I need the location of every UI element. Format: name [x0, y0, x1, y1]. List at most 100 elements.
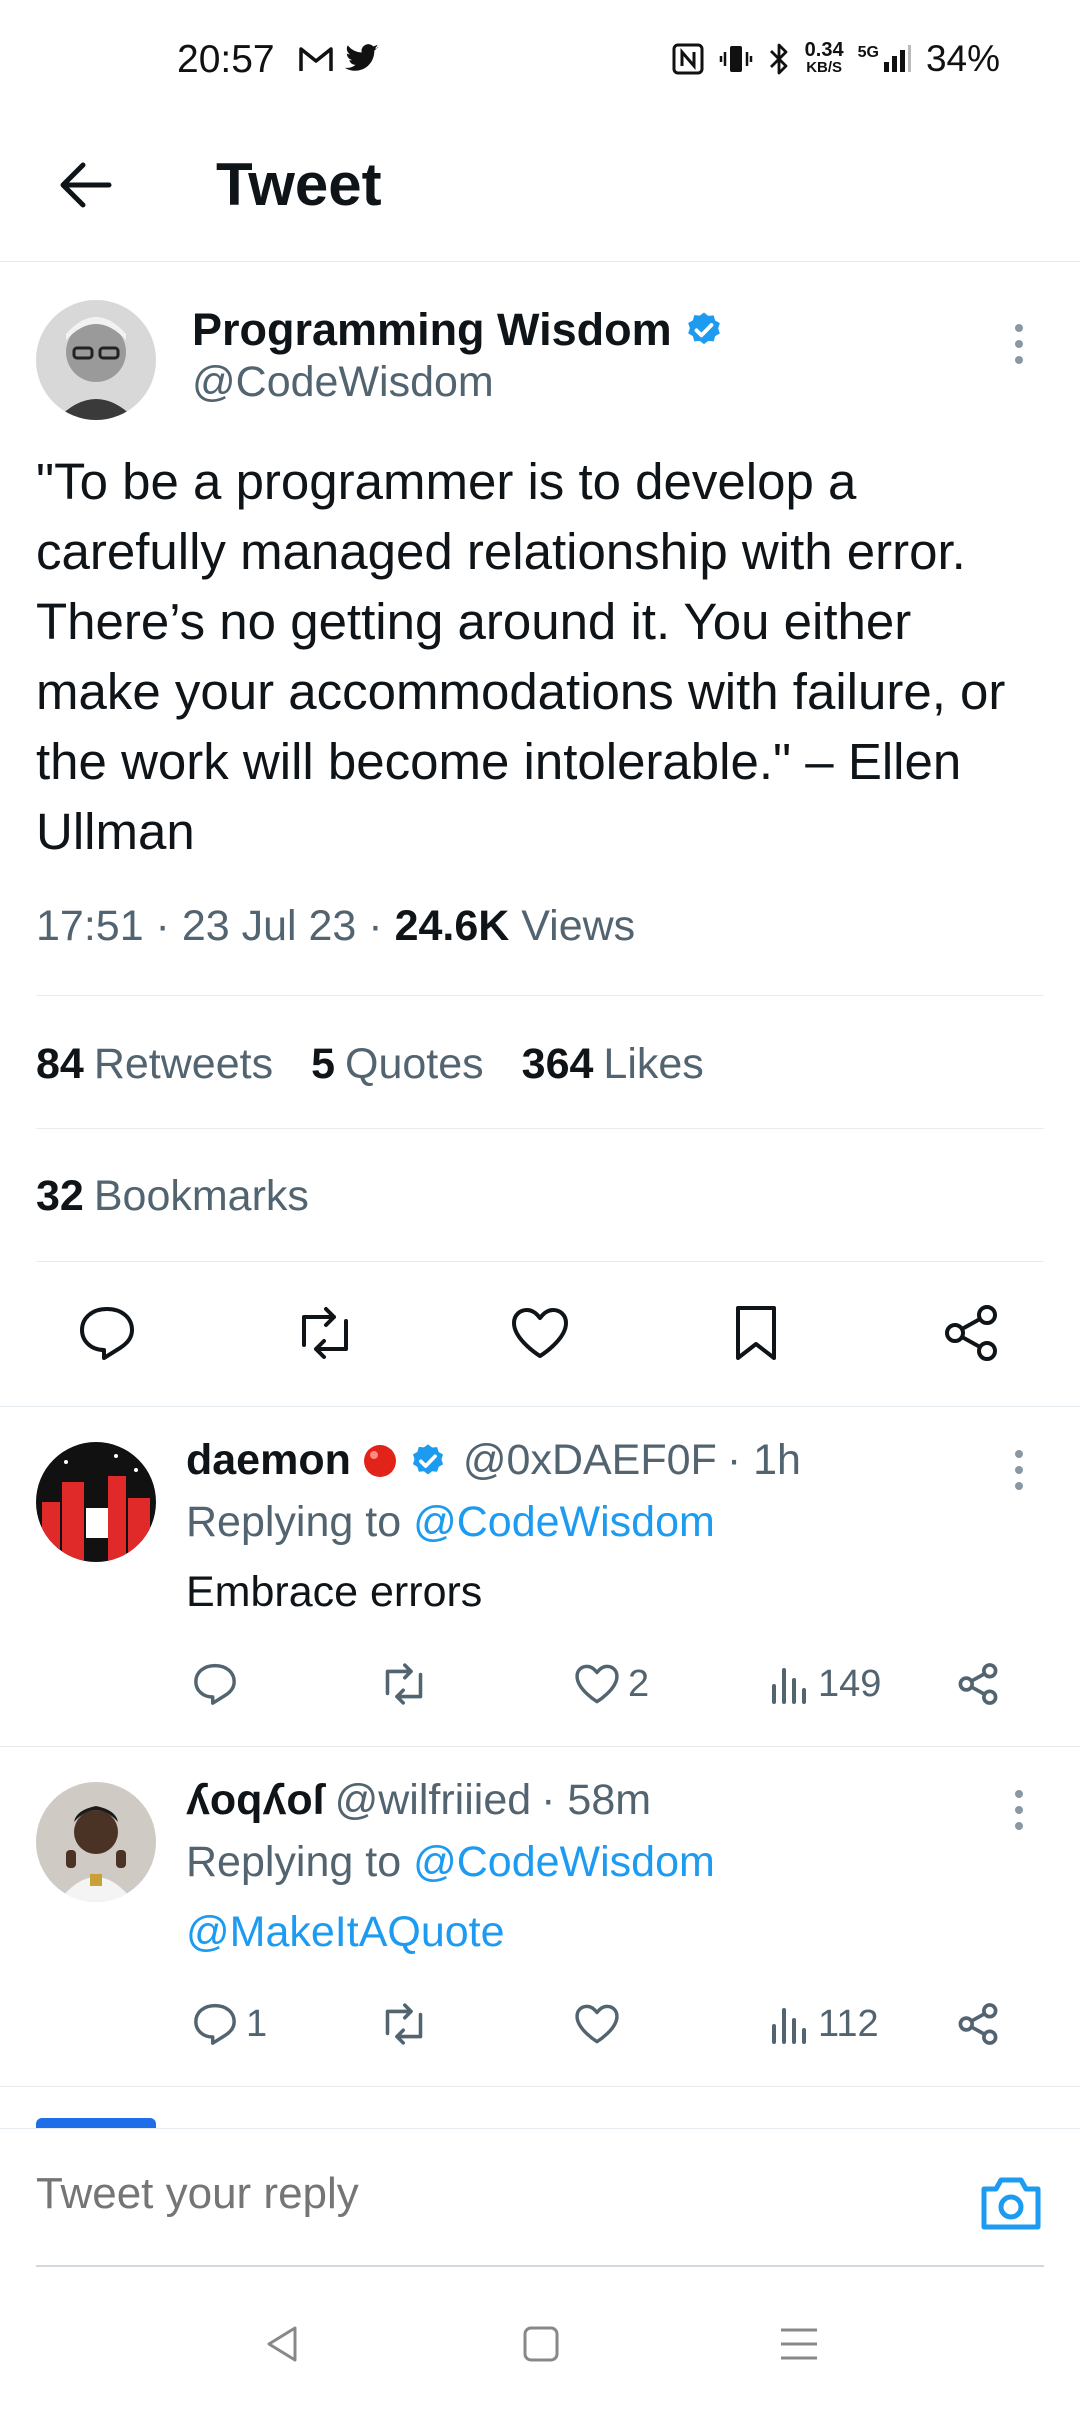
share-icon — [958, 1663, 998, 1705]
reply-author-name[interactable]: ʎoqʎoſ — [186, 1776, 325, 1825]
reply-input[interactable] — [36, 2169, 936, 2219]
reply-views-button[interactable]: 149 — [770, 1654, 881, 1714]
camera-button[interactable] — [978, 2173, 1044, 2233]
reply-share-button[interactable] — [956, 1994, 1000, 2054]
replying-to-link[interactable]: @CodeWisdom — [413, 1498, 715, 1546]
reply-icon — [80, 1307, 134, 1360]
tweet-text: "To be a programmer is to develop a care… — [36, 453, 1006, 860]
quotes-label: Quotes — [345, 1040, 484, 1088]
reply-item[interactable]: ʎoqʎoſ @wilfriiied · 58m Replying to @Co… — [0, 1746, 1080, 2086]
network-type: 5G — [857, 44, 879, 61]
replying-to: Replying to @CodeWisdom — [186, 1498, 715, 1547]
retweets-stat[interactable]: 84 Retweets — [36, 1040, 273, 1089]
status-time: 20:57 — [177, 38, 275, 81]
reply-avatar[interactable] — [36, 1782, 156, 1902]
views-count: 112 — [818, 2002, 879, 2045]
battery-level: 34% — [925, 38, 1000, 79]
reply-reply-button[interactable]: 1 — [192, 1994, 267, 2054]
back-button[interactable] — [50, 150, 120, 220]
engagement-stats: 84 Retweets 5 Quotes 364 Likes — [36, 1040, 704, 1089]
status-bar: 20:57 0.34 KB/S 5G 34% — [0, 0, 1080, 120]
nav-menu-button[interactable] — [769, 2314, 829, 2374]
reply-more-button[interactable] — [1004, 1780, 1034, 1840]
more-icon — [1015, 1790, 1023, 1798]
signal-icon — [883, 45, 911, 72]
divider — [36, 1128, 1044, 1129]
reply-views-button[interactable]: 112 — [770, 1994, 879, 2054]
reply-retweet-button[interactable] — [378, 1654, 430, 1714]
reply-author-handle[interactable]: @wilfriiied — [335, 1776, 532, 1825]
reply-text: Embrace errors — [186, 1568, 483, 1616]
likes-label: Likes — [603, 1040, 704, 1088]
system-icons: 0.34 KB/S 5G 34% — [671, 38, 1000, 80]
quotes-stat[interactable]: 5 Quotes — [311, 1040, 484, 1089]
reply-action-bar: 1 112 — [186, 1994, 1016, 2054]
author-name[interactable]: Programming Wisdom — [192, 304, 724, 356]
nav-back-button[interactable] — [253, 2314, 313, 2374]
author-avatar[interactable] — [36, 300, 156, 420]
retweets-count: 84 — [36, 1040, 84, 1088]
reply-more-button[interactable] — [1004, 1440, 1034, 1500]
reply-button[interactable] — [72, 1298, 142, 1368]
likes-count: 364 — [521, 1040, 594, 1088]
reply-avatar[interactable] — [36, 1442, 156, 1562]
reply-like-button[interactable] — [574, 1994, 628, 2054]
tweet-meta: 17:51 · 23 Jul 23 · 24.6K Views — [36, 902, 635, 951]
reply-author-name[interactable]: daemon — [186, 1436, 351, 1485]
bookmark-icon — [736, 1306, 776, 1360]
author-handle[interactable]: @CodeWisdom — [192, 358, 494, 407]
retweet-icon — [385, 1663, 423, 1705]
avatar-person-icon — [36, 1782, 156, 1902]
avatar-portrait-icon — [36, 300, 156, 420]
reply-composer — [0, 2128, 1080, 2268]
like-icon — [512, 1308, 568, 1358]
network-speed: 0.34 KB/S — [805, 40, 844, 77]
tweet-action-bar — [0, 1262, 1080, 1406]
nfc-icon — [672, 43, 704, 75]
nav-home-button[interactable] — [511, 2314, 571, 2374]
views-icon — [772, 2008, 806, 2044]
red-circle-icon — [363, 1444, 396, 1477]
reply-retweet-button[interactable] — [378, 1994, 430, 2054]
next-reply-peek — [36, 2118, 156, 2128]
retweet-button[interactable] — [290, 1298, 360, 1368]
camera-icon — [981, 2177, 1041, 2230]
avatar-city-icon — [36, 1442, 156, 1562]
replying-to-link[interactable]: @CodeWisdom — [413, 1838, 715, 1886]
retweet-icon — [385, 2003, 423, 2045]
bookmarks-label: Bookmarks — [93, 1172, 309, 1220]
replying-to-label: Replying to — [186, 1498, 402, 1546]
bluetooth-icon — [769, 43, 788, 75]
system-nav-bar — [0, 2270, 1080, 2412]
more-options-button[interactable] — [1004, 314, 1034, 374]
bookmarks-stat[interactable]: 32 Bookmarks — [36, 1172, 309, 1221]
reply-author-handle[interactable]: @0xDAEF0F — [463, 1436, 717, 1485]
nav-home-icon — [523, 2326, 559, 2362]
gmail-icon — [299, 47, 333, 71]
app-bar: Tweet — [0, 120, 1080, 262]
reply-mention-link[interactable]: @MakeItAQuote — [186, 1908, 505, 1957]
like-icon — [575, 2004, 619, 2044]
bookmarks-count: 32 — [36, 1172, 84, 1220]
nav-menu-icon — [781, 2328, 817, 2360]
share-icon — [945, 1305, 997, 1361]
reply-time: · 58m — [541, 1776, 652, 1824]
share-button[interactable] — [936, 1298, 1006, 1368]
verified-badge-icon — [412, 1443, 443, 1474]
likes-stat[interactable]: 364 Likes — [522, 1040, 704, 1089]
like-button[interactable] — [505, 1298, 575, 1368]
reply-icon — [194, 2003, 236, 2045]
back-arrow-icon — [60, 162, 112, 208]
reply-share-button[interactable] — [956, 1654, 1000, 1714]
reply-reply-button[interactable] — [192, 1654, 246, 1714]
tweet-timestamp[interactable]: 17:51 · 23 Jul 23 · — [36, 902, 395, 950]
reply-like-button[interactable]: 2 — [574, 1654, 649, 1714]
bookmark-button[interactable] — [721, 1298, 791, 1368]
divider — [36, 995, 1044, 996]
more-icon — [1015, 324, 1023, 332]
reply-count: 1 — [246, 2002, 268, 2045]
retweets-label: Retweets — [93, 1040, 274, 1088]
verified-badge-icon — [687, 312, 720, 345]
share-icon — [958, 2003, 998, 2045]
reply-item[interactable]: daemon @0xDAEF0F · 1h Replying to @CodeW… — [0, 1406, 1080, 1746]
